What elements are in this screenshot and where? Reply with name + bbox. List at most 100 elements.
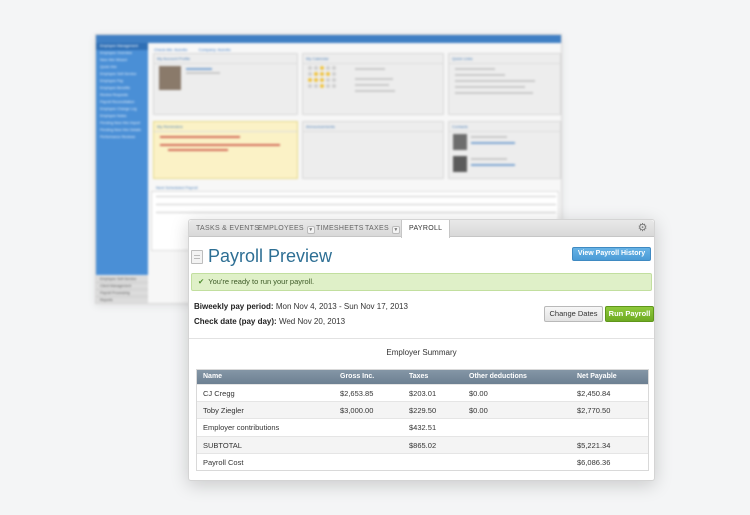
cell-gross: $2,653.85 (340, 389, 374, 398)
column-header-name: Name (203, 373, 223, 380)
contact-line (471, 142, 515, 144)
tab-label: TASKS & EVENTS (196, 225, 260, 232)
cell-net-payable: $2,770.50 (577, 406, 611, 416)
dashboard-sidebar: Employee Management Employee Overview New … (96, 43, 148, 303)
calendar-line (355, 78, 393, 80)
sidebar-section-item[interactable]: Employee Self-Service (96, 276, 148, 283)
cell-other-deductions: $0.00 (469, 406, 488, 416)
sidebar-item[interactable]: Employee Pay (96, 78, 148, 85)
tab-label: TIMESHEETS (316, 225, 364, 232)
tab-employees[interactable]: EMPLOYEES ▼ (258, 220, 315, 237)
pay-period-info: Biweekly pay period: Mon Nov 4, 2013 - S… (194, 302, 408, 311)
panel-title: My Reminders (154, 122, 297, 132)
pay-period-label: Biweekly pay period: (194, 302, 274, 311)
quick-link[interactable] (455, 80, 535, 82)
sidebar-section-item[interactable]: Reports (96, 297, 148, 303)
cell-other-deductions: $0.00 (469, 389, 488, 398)
employer-summary-title: Employer Summary (386, 348, 457, 357)
table-line (156, 212, 556, 213)
cell-gross: $3,000.00 (340, 406, 374, 416)
cell-name: Payroll Cost (203, 457, 244, 467)
quick-link[interactable] (455, 86, 525, 88)
sidebar-item[interactable]: Pending New Hire Import (96, 120, 148, 127)
sidebar-item[interactable]: Employee Overview (96, 50, 148, 57)
cell-name: Employer contributions (203, 423, 280, 433)
chevron-down-icon[interactable]: ▼ (306, 226, 315, 234)
dashboard-breadcrumb: Check-Me: Acevito Company: Acevito (154, 47, 241, 52)
cell-taxes: $203.01 (409, 389, 437, 398)
check-date-label: Check date (pay day): (194, 317, 277, 326)
cell-name: CJ Cregg (203, 389, 235, 398)
chevron-down-icon[interactable]: ▼ (391, 226, 400, 234)
cell-net-payable: $6,086.36 (577, 457, 611, 467)
cell-taxes: $229.50 (409, 406, 437, 416)
column-header-net-payable: Net Payable (577, 373, 617, 380)
gear-icon[interactable]: ⚙ (637, 223, 648, 234)
reminders-panel: My Reminders (153, 121, 298, 179)
announcements-panel: Announcements (302, 121, 444, 179)
column-header-taxes: Taxes (409, 373, 429, 380)
sidebar-item[interactable]: Employee Notes (96, 113, 148, 120)
sidebar-item[interactable]: Employee Benefits (96, 85, 148, 92)
sidebar-bottom-list: Employee Self-Service Client Management Pa… (96, 276, 148, 303)
panel-title: Quick Links (449, 54, 560, 64)
sidebar-item[interactable]: Quick Hire (96, 64, 148, 71)
cell-name: Toby Ziegler (203, 406, 244, 416)
sidebar-section-item[interactable]: Client Management (96, 283, 148, 290)
sidebar-item[interactable]: Pending New Hire Details (96, 127, 148, 134)
cell-name: SUBTOTAL (203, 440, 242, 450)
avatar (453, 156, 467, 172)
panel-title: My Account Profile (154, 54, 297, 64)
sidebar-section-item[interactable]: Payroll Processing (96, 290, 148, 297)
reminder-line (168, 149, 228, 151)
quick-links-panel: Quick Links (448, 53, 561, 115)
change-dates-button[interactable]: Change Dates (544, 306, 603, 322)
profile-line (186, 68, 212, 70)
calendar-line (355, 84, 389, 86)
calendar-line (355, 68, 385, 70)
tab-tasks-events[interactable]: TASKS & EVENTS (196, 220, 259, 237)
panel-title: My Calendar (303, 54, 443, 64)
tab-taxes[interactable]: TAXES ▼ (365, 220, 400, 237)
run-payroll-button[interactable]: Run Payroll (605, 306, 654, 322)
table-header-row: Name Gross Inc. Taxes Other deductions N… (197, 370, 648, 384)
breadcrumb-item[interactable]: Company: Acevito (198, 47, 230, 52)
sidebar-item[interactable]: Employee Self-Service (96, 71, 148, 78)
tab-bar: TASKS & EVENTS EMPLOYEES ▼ TIMESHEETS TAX… (189, 220, 654, 238)
calendar-line (355, 90, 395, 92)
quick-link[interactable] (455, 74, 505, 76)
sidebar-item[interactable]: Review Requests (96, 92, 148, 99)
table-line (156, 196, 556, 197)
sidebar-item[interactable]: Employee Change Log (96, 106, 148, 113)
profile-panel: My Account Profile (153, 53, 298, 115)
sidebar-nav-list: Employee Management Employee Overview New … (96, 43, 148, 275)
ready-alert: ✔ You're ready to run your payroll. (191, 273, 652, 291)
section-divider (189, 338, 654, 339)
quick-link[interactable] (455, 68, 495, 70)
checkmark-icon: ✔ (198, 277, 205, 286)
cell-taxes: $432.51 (409, 423, 437, 433)
cell-taxes: $865.02 (409, 440, 437, 450)
reminder-line (160, 144, 280, 146)
contact-line (471, 136, 507, 138)
breadcrumb-item[interactable]: Check-Me: Acevito (154, 47, 187, 52)
calendar-panel: My Calendar (302, 53, 444, 115)
table-row: Toby Ziegler $3,000.00 $229.50 $0.00 $2,… (197, 401, 648, 419)
sidebar-item[interactable]: Employee Management (96, 43, 148, 50)
tab-payroll[interactable]: PAYROLL (401, 220, 451, 238)
sidebar-item[interactable]: New Hire Wizard (96, 57, 148, 64)
panel-title: Contacts (449, 122, 560, 132)
table-line (156, 204, 556, 205)
tab-timesheets[interactable]: TIMESHEETS (316, 220, 364, 237)
payroll-preview-card: TASKS & EVENTS EMPLOYEES ▼ TIMESHEETS TAX… (188, 219, 655, 481)
sidebar-item[interactable]: Performance Reviews (96, 134, 148, 141)
check-date-info: Check date (pay day): Wed Nov 20, 2013 (194, 317, 345, 326)
view-payroll-history-button[interactable]: View Payroll History (572, 247, 651, 261)
table-row: Employer contributions $432.51 (197, 418, 648, 435)
mini-calendar[interactable] (308, 66, 340, 94)
quick-link[interactable] (455, 92, 533, 94)
tab-label: EMPLOYEES (258, 225, 304, 232)
avatar (159, 66, 181, 90)
sidebar-item[interactable]: Payroll Reconciliation (96, 99, 148, 106)
column-header-gross: Gross Inc. (340, 373, 375, 380)
